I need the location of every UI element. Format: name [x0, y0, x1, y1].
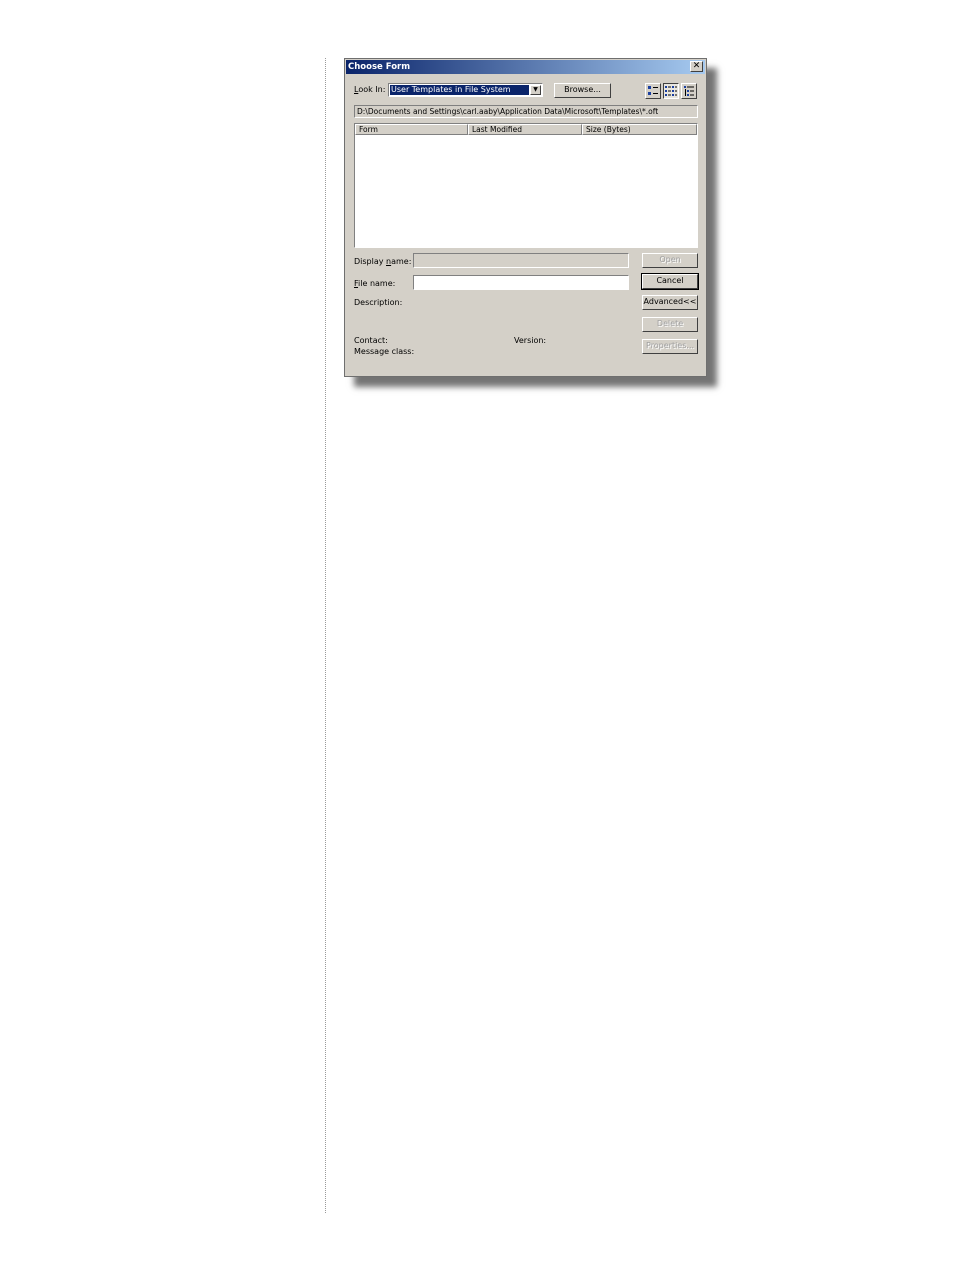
- forms-list[interactable]: Form Last Modified Size (Bytes): [354, 123, 698, 248]
- browse-button[interactable]: Browse...: [554, 83, 611, 98]
- close-button[interactable]: ✕: [690, 61, 703, 72]
- title-bar: Choose Form ✕: [346, 60, 705, 74]
- look-in-label: Look In:: [354, 85, 386, 94]
- description-label: Description:: [354, 298, 403, 307]
- contact-label: Contact:: [354, 336, 388, 345]
- message-class-label: Message class:: [354, 347, 415, 356]
- display-name-field: [413, 253, 629, 268]
- page-divider-line: [325, 58, 326, 1213]
- file-name-input[interactable]: [413, 275, 629, 290]
- delete-button[interactable]: Delete: [642, 317, 698, 332]
- advanced-button[interactable]: Advanced<<: [642, 295, 698, 310]
- large-icons-view-icon: [648, 86, 658, 95]
- look-in-dropdown[interactable]: User Templates in File System ▼: [388, 83, 543, 97]
- properties-button[interactable]: Properties...: [642, 339, 698, 354]
- choose-form-dialog: Choose Form ✕ Look In: User Templates in…: [344, 58, 707, 377]
- column-header-last-modified[interactable]: Last Modified: [468, 124, 582, 135]
- look-in-selected-value: User Templates in File System: [389, 84, 530, 96]
- list-view-icon: [665, 86, 677, 96]
- close-icon: ✕: [692, 61, 701, 71]
- column-header-form[interactable]: Form: [355, 124, 468, 135]
- column-header-size[interactable]: Size (Bytes): [582, 124, 697, 135]
- details-view-button[interactable]: [681, 83, 697, 99]
- file-name-label: File name:: [354, 279, 396, 288]
- display-name-label: Display name:: [354, 257, 412, 266]
- list-view-button[interactable]: [663, 83, 679, 99]
- folder-path: D:\Documents and Settings\carl.aaby\Appl…: [354, 105, 698, 118]
- large-icons-view-button[interactable]: [645, 83, 661, 99]
- dialog-title: Choose Form: [348, 62, 411, 72]
- version-label: Version:: [514, 336, 547, 345]
- open-button[interactable]: Open: [642, 253, 698, 268]
- cancel-button[interactable]: Cancel: [641, 273, 699, 290]
- details-view-icon: [684, 86, 694, 96]
- dropdown-arrow-icon[interactable]: ▼: [530, 85, 541, 95]
